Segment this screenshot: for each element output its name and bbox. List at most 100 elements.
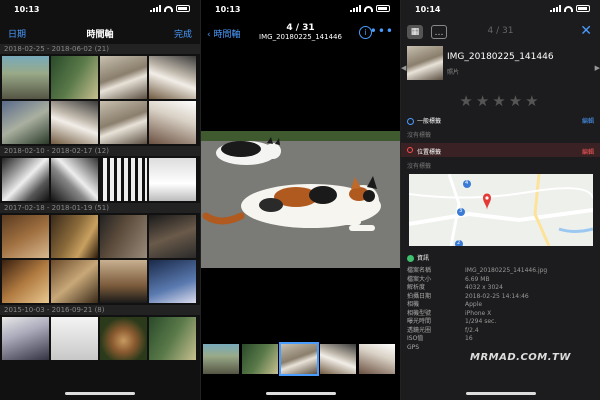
group-header: 2018-02-10 - 2018-02-17 (12) <box>0 146 200 156</box>
info-table: 檔案名稱 IMG_20180225_141446.jpg 檔案大小 6.69 MB … <box>407 267 594 352</box>
done-button[interactable]: 完成 <box>174 27 192 40</box>
photo-summary: ◀ IMG_20180225_141446 照片 ▶ <box>401 46 600 84</box>
location-map[interactable]: 4 3 2 <box>409 174 593 246</box>
photo-viewer-panel: 10:13 ‹ 時間軸 4 / 31 IMG_20180225_141446 i… <box>200 0 400 400</box>
status-time: 10:14 <box>415 5 441 14</box>
photo-thumb[interactable] <box>149 317 196 360</box>
photo-thumb[interactable] <box>2 260 49 303</box>
photo-thumb[interactable] <box>100 158 147 201</box>
photo-thumb[interactable] <box>100 56 147 99</box>
viewer-nav: ‹ 時間軸 4 / 31 IMG_20180225_141446 i ••• <box>201 22 400 44</box>
close-icon[interactable]: ✕ <box>580 23 592 39</box>
tag-icon <box>407 118 414 125</box>
battery-icon <box>176 5 190 12</box>
photo-thumb[interactable] <box>149 215 196 258</box>
no-location-tag-text: 沒有標籤 <box>407 163 432 170</box>
map-marker-label: 2 <box>457 240 461 246</box>
photo-thumb[interactable] <box>100 101 147 144</box>
filmstrip-thumb[interactable] <box>359 344 395 374</box>
photo-thumb[interactable] <box>51 56 98 99</box>
more-icon[interactable]: ••• <box>370 24 394 38</box>
photo-thumb[interactable] <box>51 101 98 144</box>
info-key: 拍攝日期 <box>407 292 432 300</box>
wifi-icon <box>564 5 573 12</box>
main-photo[interactable] <box>201 131 400 268</box>
filmstrip-thumb[interactable] <box>203 344 239 374</box>
edit-location-tag-button[interactable]: 編輯 <box>582 147 594 156</box>
timeline-nav: 日期 時間軸 完成 <box>0 22 200 42</box>
location-icon <box>407 147 413 153</box>
info-header-label: 資訊 <box>417 255 430 262</box>
info-value: 1/294 sec. <box>465 318 497 325</box>
location-tag-label: 位置標籤 <box>417 149 442 156</box>
photo-thumb[interactable] <box>149 56 196 99</box>
info-key: 解析度 <box>407 284 426 291</box>
watermark: MRMAD.COM.TW <box>470 352 571 363</box>
photo-grid <box>0 156 200 203</box>
info-value: 2018-02-25 14:14:46 <box>465 292 529 300</box>
info-value: iPhone X <box>465 309 492 317</box>
photo-thumb[interactable] <box>2 56 49 99</box>
photo-thumb[interactable] <box>2 101 49 144</box>
filmstrip <box>201 342 400 376</box>
info-value: f/2.4 <box>465 326 479 334</box>
info-row: GPS <box>407 344 594 353</box>
info-value: Apple <box>465 301 483 308</box>
photo-thumb[interactable] <box>2 158 49 201</box>
photo-thumb[interactable] <box>149 260 196 303</box>
chevron-left-icon[interactable]: ◀ <box>401 64 406 72</box>
filmstrip-thumb[interactable] <box>242 344 278 374</box>
edit-general-tag-button[interactable]: 編輯 <box>582 116 594 125</box>
filmstrip-thumb[interactable] <box>320 344 356 374</box>
rating-stars[interactable]: ★★★★★ <box>401 92 600 110</box>
info-dot-icon <box>407 255 414 262</box>
photo-thumb <box>407 46 443 80</box>
group-header: 2017-02-18 - 2018-01-19 (51) <box>0 203 200 213</box>
group-header: 2018-02-25 - 2018-06-02 (21) <box>0 44 200 54</box>
info-key: 透鏡光圈 <box>407 326 432 334</box>
status-bar: 10:14 <box>401 0 600 18</box>
map-marker-label: 4 <box>465 180 469 186</box>
photo-grid <box>0 315 200 362</box>
photo-thumb[interactable] <box>51 317 98 360</box>
status-icons <box>150 5 190 12</box>
info-value: 16 <box>465 335 473 342</box>
photo-thumb[interactable] <box>100 215 147 258</box>
photo-thumb[interactable] <box>2 317 49 360</box>
photo-thumb[interactable] <box>100 317 147 360</box>
wifi-icon <box>364 5 373 12</box>
no-tag-text: 沒有標籤 <box>407 132 432 139</box>
info-key: 檔案大小 <box>407 275 432 283</box>
photo-thumb[interactable] <box>149 101 196 144</box>
photo-details-panel: 10:14 ▦ … 4 / 31 ✕ ◀ IMG_20180225_141446… <box>400 0 600 400</box>
map-icon <box>409 174 593 246</box>
home-indicator <box>465 392 536 395</box>
home-indicator <box>65 392 135 395</box>
status-bar: 10:13 <box>201 0 400 18</box>
battery-icon <box>576 5 590 12</box>
photo-grid <box>0 213 200 305</box>
photo-thumb[interactable] <box>2 215 49 258</box>
photo-thumb[interactable] <box>51 158 98 201</box>
general-tag-label: 一般標籤 <box>417 118 442 125</box>
photo-thumb[interactable] <box>51 215 98 258</box>
battery-icon <box>376 5 390 12</box>
photo-thumb[interactable] <box>100 260 147 303</box>
chevron-right-icon[interactable]: ▶ <box>595 64 600 72</box>
info-value: 6.69 MB <box>465 275 490 283</box>
wifi-icon <box>164 5 173 12</box>
info-row: 曝光時間 1/294 sec. <box>407 318 594 327</box>
photo-thumb[interactable] <box>51 260 98 303</box>
info-row: 相機 Apple <box>407 301 594 310</box>
info-value: 4032 x 3024 <box>465 284 503 291</box>
info-row: 拍攝日期 2018-02-25 14:14:46 <box>407 293 594 302</box>
signal-icon <box>350 5 361 12</box>
timeline-list: 2018-02-25 - 2018-06-02 (21) 2018-02-10 … <box>0 44 200 362</box>
info-row: 解析度 4032 x 3024 <box>407 284 594 293</box>
photo-thumb[interactable] <box>149 158 196 201</box>
info-row: ISO值 16 <box>407 335 594 344</box>
status-bar: 10:13 <box>0 0 200 18</box>
filmstrip-thumb-selected[interactable] <box>279 342 319 376</box>
location-tag-row: 位置標籤 編輯 <box>401 143 600 157</box>
home-indicator <box>265 392 336 395</box>
